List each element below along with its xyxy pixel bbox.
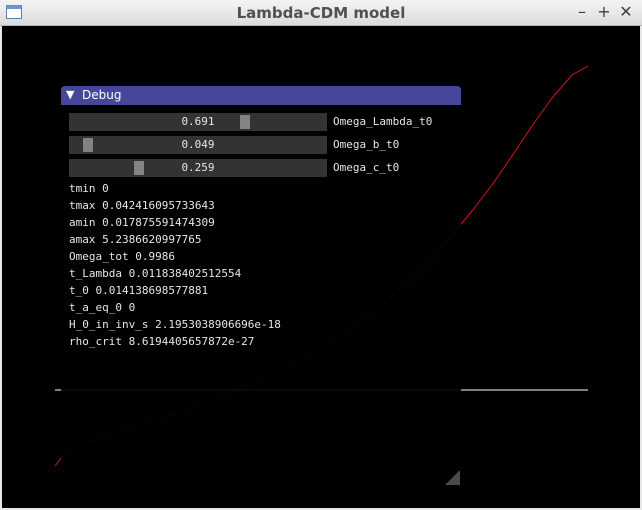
info-h-0: H_0_in_inv_s 2.1953038906696e-18 [69, 318, 281, 331]
slider-value: 0.049 [181, 138, 215, 151]
info-amin: amin 0.017875591474309 [69, 216, 215, 229]
collapse-arrow-icon[interactable]: ▼ [66, 88, 74, 101]
slider-label: Omega_c_t0 [333, 161, 400, 174]
app-window: Lambda-CDM model – + ✕ ▼ Debug 0.691 Ome… [0, 0, 642, 510]
slider-label: Omega_b_t0 [333, 138, 400, 151]
window-title: Lambda-CDM model [236, 4, 406, 22]
info-rho-crit: rho_crit 8.6194405657872e-27 [69, 335, 255, 348]
info-omega-tot: Omega_tot 0.9986 [69, 250, 175, 263]
title-bar[interactable]: Lambda-CDM model – + ✕ [0, 0, 642, 26]
info-t-0: t_0 0.014138698577881 [69, 284, 209, 297]
slider-label: Omega_Lambda_t0 [333, 115, 433, 128]
slider-omega-b[interactable]: 0.049 [69, 136, 327, 154]
debug-panel: ▼ Debug 0.691 Omega_Lambda_t0 0.049 Omeg… [61, 86, 461, 486]
slider-value: 0.691 [181, 115, 215, 128]
info-t-a-eq-0: t_a_eq_0 0 [69, 301, 136, 314]
slider-omega-lambda[interactable]: 0.691 [69, 113, 327, 131]
info-amax: amax 5.2386620997765 [69, 233, 202, 246]
resize-grip-icon[interactable] [445, 470, 460, 485]
slider-omega-c[interactable]: 0.259 [69, 159, 327, 177]
info-tmax: tmax 0.042416095733643 [69, 199, 215, 212]
info-tmin: tmin 0 [69, 182, 109, 195]
debug-panel-title: Debug [82, 88, 122, 102]
debug-panel-header[interactable]: ▼ Debug [61, 86, 461, 105]
close-icon[interactable]: ✕ [617, 3, 635, 21]
info-t-lambda: t_Lambda 0.011838402512554 [69, 267, 242, 280]
minimize-icon[interactable]: – [573, 3, 591, 21]
render-viewport[interactable]: ▼ Debug 0.691 Omega_Lambda_t0 0.049 Omeg… [2, 26, 640, 508]
slider-value: 0.259 [181, 161, 215, 174]
maximize-icon[interactable]: + [595, 3, 613, 21]
